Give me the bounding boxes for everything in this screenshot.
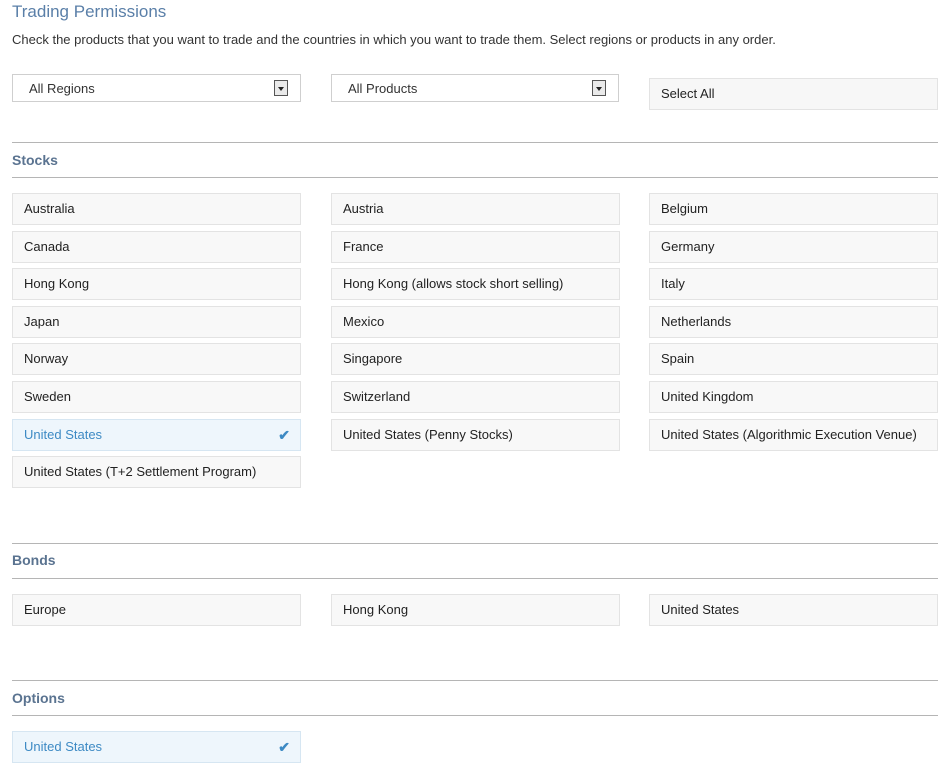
permission-item-label: Singapore [343, 351, 403, 366]
permission-item-label: Netherlands [661, 314, 732, 329]
products-select-value: All Products [348, 81, 418, 96]
checkmark-icon: ✔ [278, 427, 290, 443]
divider [12, 543, 938, 544]
permission-item[interactable]: Switzerland [331, 381, 620, 413]
permission-item[interactable]: United Kingdom [649, 381, 938, 413]
section-title-options: Options [12, 690, 65, 706]
divider [12, 142, 938, 143]
permission-item-label: United States (T+2 Settlement Program) [24, 464, 257, 479]
permission-item[interactable]: Hong Kong [331, 594, 620, 626]
section-title-stocks: Stocks [12, 152, 58, 168]
permission-item-label: Mexico [343, 314, 385, 329]
regions-select-value: All Regions [29, 81, 95, 96]
permission-item[interactable]: United States ✔ [12, 419, 301, 451]
permission-item[interactable]: Sweden [12, 381, 301, 413]
permission-item-label: Norway [24, 351, 69, 366]
permission-item[interactable]: United States [649, 594, 938, 626]
permission-item[interactable]: United States (Algorithmic Execution Ven… [649, 419, 938, 451]
permission-item-label: United States [661, 602, 740, 617]
permission-item-label: Canada [24, 239, 70, 254]
permission-item[interactable]: Europe [12, 594, 301, 626]
permission-item-label: Japan [24, 314, 60, 329]
permission-item-label: Hong Kong (allows stock short selling) [343, 276, 564, 291]
permission-item-label: Australia [24, 201, 75, 216]
products-select[interactable]: All Products [331, 74, 619, 102]
permission-item[interactable]: Germany [649, 231, 938, 263]
permission-item-label: Switzerland [343, 389, 411, 404]
divider [12, 715, 938, 716]
permission-item[interactable]: Hong Kong [12, 268, 301, 300]
permission-item[interactable]: Spain [649, 343, 938, 375]
permission-item-label: Austria [343, 201, 384, 216]
permission-item[interactable]: Australia [12, 193, 301, 225]
select-all-button[interactable]: Select All [649, 78, 938, 110]
permission-item-label: Spain [661, 351, 695, 366]
permission-item-label: Germany [661, 239, 715, 254]
divider [12, 680, 938, 681]
permission-item-label: France [343, 239, 384, 254]
permission-item-label: Europe [24, 602, 66, 617]
permission-item[interactable]: Belgium [649, 193, 938, 225]
permission-item[interactable]: Hong Kong (allows stock short selling) [331, 268, 620, 300]
checkmark-icon: ✔ [278, 739, 290, 755]
permission-item[interactable]: Japan [12, 306, 301, 338]
chevron-down-icon[interactable] [274, 80, 288, 96]
divider [12, 177, 938, 178]
permission-item[interactable]: France [331, 231, 620, 263]
permission-item[interactable]: Mexico [331, 306, 620, 338]
regions-select[interactable]: All Regions [12, 74, 301, 102]
permission-item[interactable]: Austria [331, 193, 620, 225]
permission-item[interactable]: Norway [12, 343, 301, 375]
permission-item-label: Sweden [24, 389, 71, 404]
permission-item-label: United States (Penny Stocks) [343, 427, 513, 442]
permission-item-label: United Kingdom [661, 389, 754, 404]
page-subtitle: Check the products that you want to trad… [12, 32, 776, 47]
permission-item[interactable]: United States (T+2 Settlement Program) [12, 456, 301, 488]
permission-item[interactable]: United States (Penny Stocks) [331, 419, 620, 451]
chevron-down-icon[interactable] [592, 80, 606, 96]
section-title-bonds: Bonds [12, 552, 56, 568]
permission-item-label: Belgium [661, 201, 708, 216]
permission-item-label: Hong Kong [343, 602, 409, 617]
permission-item[interactable]: Italy [649, 268, 938, 300]
permission-item-label: United States (Algorithmic Execution Ven… [661, 427, 917, 442]
permission-item-label: United States [24, 739, 103, 754]
divider [12, 578, 938, 579]
page-title: Trading Permissions [12, 2, 167, 21]
permission-item[interactable]: Netherlands [649, 306, 938, 338]
permission-item-label: United States [24, 427, 103, 442]
permission-item-label: Italy [661, 276, 685, 291]
permission-item[interactable]: United States ✔ [12, 731, 301, 763]
permission-item[interactable]: Canada [12, 231, 301, 263]
permission-item[interactable]: Singapore [331, 343, 620, 375]
permission-item-label: Hong Kong [24, 276, 90, 291]
